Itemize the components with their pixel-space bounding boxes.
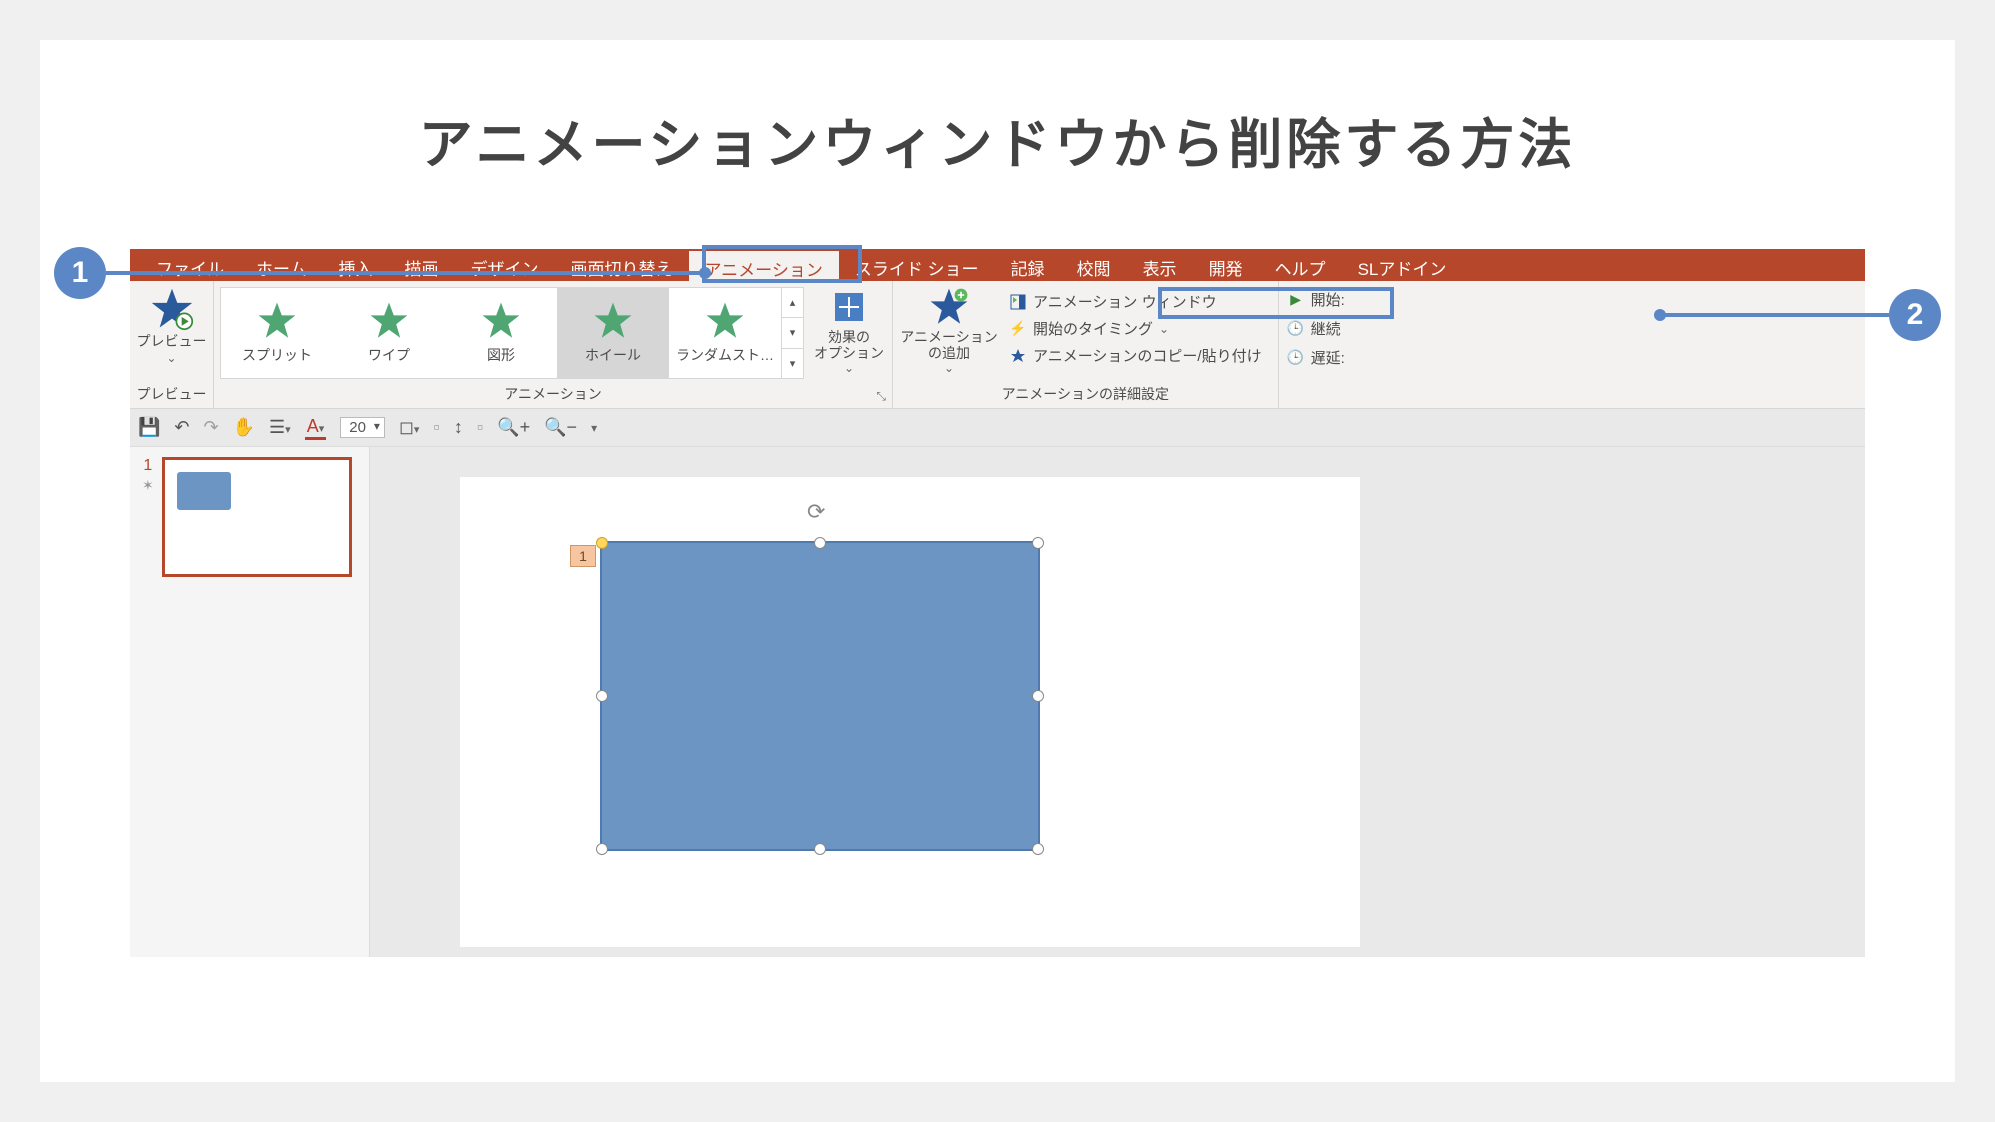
timing-delay[interactable]: 🕒 遅延: [1287, 347, 1359, 368]
qat-customize[interactable]: ▾ [591, 421, 597, 435]
zoom-in-icon[interactable]: 🔍+ [497, 417, 530, 438]
resize-handle-sw[interactable] [596, 843, 608, 855]
effect-options-button[interactable]: 効果の オプション ⌄ [812, 285, 886, 375]
animation-order-tag[interactable]: 1 [570, 545, 596, 567]
gallery-scroll-more[interactable]: ▾ [782, 349, 803, 378]
font-color-icon[interactable]: A▾ [305, 416, 327, 440]
gallery-item-wipe[interactable]: ワイプ [333, 288, 445, 378]
tab-view[interactable]: 表示 [1127, 249, 1193, 281]
page-title: アニメーションウィンドウから削除する方法 [130, 100, 1865, 179]
trigger-button[interactable]: ⚡ 開始のタイミング ⌄ [1009, 318, 1262, 339]
tutorial-card: アニメーションウィンドウから削除する方法 1 2 ファイル ホーム 挿入 描画 … [40, 40, 1955, 1082]
effect-options-icon [829, 287, 869, 327]
star-icon [369, 301, 409, 341]
qat-icon-2[interactable]: ▫ [477, 417, 483, 438]
highlight-animation-pane [1158, 287, 1394, 319]
thumbnail-shape [177, 472, 231, 510]
resize-handle-w[interactable] [596, 690, 608, 702]
canvas-area: ⟳ 1 [370, 447, 1865, 957]
dialog-launcher-icon[interactable]: ⤡ [876, 389, 886, 404]
gallery-item-random[interactable]: ランダムスト… [669, 288, 781, 378]
group-animation-label: アニメーション ⤡ [214, 382, 892, 408]
tab-file[interactable]: ファイル [140, 249, 240, 281]
bullets-icon[interactable]: ☰▾ [269, 417, 291, 438]
animation-painter-button[interactable]: アニメーションのコピー/貼り付け [1009, 345, 1262, 366]
highlight-animations-tab [702, 245, 862, 283]
group-advanced-label: アニメーションの詳細設定 [893, 382, 1278, 408]
tab-sladdin[interactable]: SLアドイン [1342, 249, 1463, 281]
slide-thumbnail-panel: 1 ✶ [130, 447, 370, 957]
clock-icon: 🕒 [1287, 349, 1305, 367]
add-animation-button[interactable]: アニメーション の追加 ⌄ [899, 285, 999, 375]
resize-handle-s[interactable] [814, 843, 826, 855]
tab-review[interactable]: 校閲 [1061, 249, 1127, 281]
tab-slideshow[interactable]: スライド ショー [839, 249, 995, 281]
gallery-scroll-down[interactable]: ▾ [782, 318, 803, 348]
resize-handle-n[interactable] [814, 537, 826, 549]
qat-icon-1[interactable]: ▫ [433, 417, 439, 438]
spacing-icon[interactable]: ↕ [454, 417, 463, 438]
undo-icon[interactable]: ↶ [174, 417, 189, 438]
resize-handle-se[interactable] [1032, 843, 1044, 855]
gallery-item-split[interactable]: スプリット [221, 288, 333, 378]
callout-2: 2 [1889, 289, 1941, 341]
tab-record[interactable]: 記録 [995, 249, 1061, 281]
tab-help[interactable]: ヘルプ [1259, 249, 1342, 281]
callout-1: 1 [54, 247, 106, 299]
redo-icon[interactable]: ↷ [204, 417, 219, 438]
rotate-handle-icon[interactable]: ⟳ [807, 499, 833, 525]
adjust-handle[interactable] [596, 537, 608, 549]
star-icon [705, 301, 745, 341]
gallery-item-shape[interactable]: 図形 [445, 288, 557, 378]
shapes-icon[interactable]: ◻▾ [399, 417, 419, 438]
callout-line-1 [106, 271, 706, 275]
resize-handle-e[interactable] [1032, 690, 1044, 702]
add-star-icon [929, 287, 969, 327]
tab-home[interactable]: ホーム [240, 249, 323, 281]
tab-design[interactable]: デザイン [455, 249, 555, 281]
lightning-icon: ⚡ [1009, 320, 1027, 338]
screenshot-container: 1 2 ファイル ホーム 挿入 描画 デザイン 画面切り替え アニメーション ス… [130, 249, 1865, 957]
star-icon [593, 301, 633, 341]
editor-area: 1 ✶ ⟳ 1 [130, 447, 1865, 957]
tab-transitions[interactable]: 画面切り替え [555, 249, 689, 281]
tab-draw[interactable]: 描画 [389, 249, 455, 281]
gallery-scroll-up[interactable]: ▴ [782, 288, 803, 318]
painter-star-icon [1009, 347, 1027, 365]
selected-shape[interactable] [600, 541, 1040, 851]
touch-icon[interactable]: ✋ [233, 417, 255, 438]
callout-line-2 [1659, 313, 1889, 317]
animation-indicator-icon: ✶ [142, 477, 154, 494]
resize-handle-ne[interactable] [1032, 537, 1044, 549]
star-icon [257, 301, 297, 341]
star-icon [481, 301, 521, 341]
ribbon-tabs: ファイル ホーム 挿入 描画 デザイン 画面切り替え アニメーション スライド … [130, 249, 1865, 281]
animation-gallery: スプリット ワイプ 図形 ホイール [220, 287, 804, 379]
save-icon[interactable]: 💾 [138, 417, 160, 438]
gallery-scrollbar[interactable]: ▴ ▾ ▾ [781, 288, 803, 378]
group-preview-label: プレビュー [130, 382, 213, 408]
slide-canvas[interactable]: ⟳ 1 [460, 477, 1360, 947]
ribbon-body: プレビュー⌄ プレビュー スプリット ワイプ [130, 281, 1865, 409]
font-size-input[interactable]: 20 [340, 417, 385, 438]
group-preview: プレビュー⌄ プレビュー [130, 281, 214, 408]
pane-icon [1009, 293, 1027, 311]
slide-number: 1 [143, 457, 152, 475]
clock-icon: 🕒 [1287, 320, 1305, 338]
tab-developer[interactable]: 開発 [1193, 249, 1259, 281]
preview-star-icon [150, 287, 194, 331]
gallery-item-wheel[interactable]: ホイール [557, 288, 669, 378]
timing-duration[interactable]: 🕒 継続 [1287, 318, 1359, 339]
tab-insert[interactable]: 挿入 [323, 249, 389, 281]
preview-button[interactable]: プレビュー⌄ [136, 285, 207, 366]
zoom-out-icon[interactable]: 🔍− [544, 417, 577, 438]
quick-access-toolbar: 💾 ↶ ↷ ✋ ☰▾ A▾ 20 ◻▾ ▫ ↕ ▫ 🔍+ 🔍− ▾ [130, 409, 1865, 447]
slide-thumbnail-1[interactable] [162, 457, 352, 577]
group-animation: スプリット ワイプ 図形 ホイール [214, 281, 893, 408]
